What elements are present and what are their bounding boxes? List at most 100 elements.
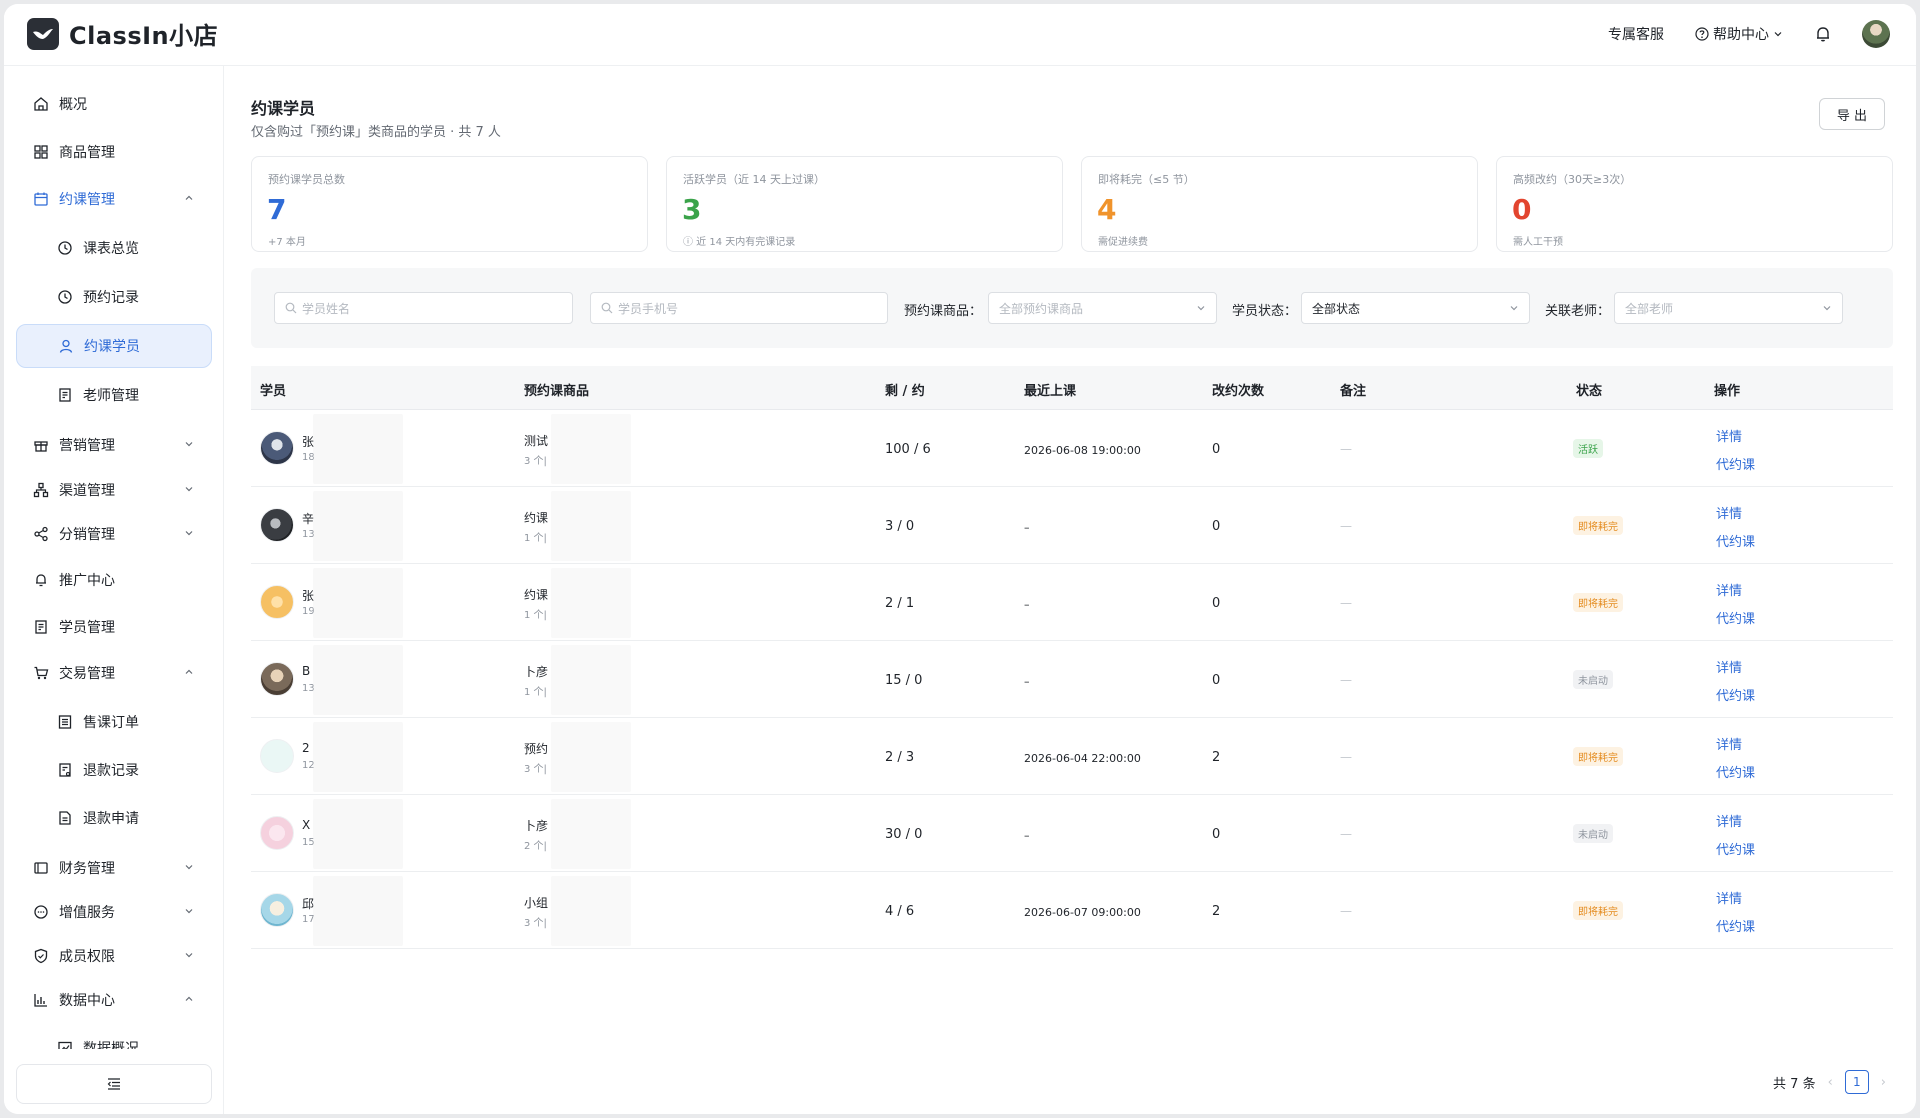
help-center-link[interactable]: 帮助中心 <box>1695 24 1783 44</box>
chart-icon <box>32 991 50 1009</box>
sidebar-item-student-mgmt[interactable]: 学员管理 <box>16 605 212 649</box>
book-for-student-link[interactable]: 代约课 <box>1716 685 1755 704</box>
list-icon <box>56 713 74 731</box>
teacher-select[interactable]: 全部老师 <box>1614 292 1843 324</box>
student-avatar <box>260 662 294 696</box>
table-row: 张 18 测试 3 个| 100 / 6 2026-06-08 19:00:00 0— 活跃详… <box>251 410 1893 487</box>
sidebar-item-teachers[interactable]: 老师管理 <box>16 373 212 417</box>
help-center-label: 帮助中心 <box>1713 27 1769 43</box>
sidebar-item-promotion[interactable]: 推广中心 <box>16 558 212 602</box>
doc-icon <box>56 761 74 779</box>
book-for-student-link[interactable]: 代约课 <box>1716 916 1755 935</box>
user-avatar[interactable] <box>1862 20 1890 48</box>
search-icon <box>285 302 297 314</box>
sidebar-item-data-center[interactable]: 数据中心 <box>16 978 212 1022</box>
sidebar-item-permissions[interactable]: 成员权限 <box>16 934 212 978</box>
detail-link[interactable]: 详情 <box>1716 734 1742 753</box>
redacted-block <box>551 645 631 715</box>
sidebar-item-students[interactable]: 约课学员 <box>16 324 212 368</box>
remaining-booked: 3 / 0 <box>885 519 915 534</box>
teacher-filter-label: 关联老师： <box>1545 304 1611 319</box>
table-row: X 15 卜彦 2 个| 30 / 0–0— 未启动 详情 代约课 <box>251 795 1893 872</box>
prev-page-icon[interactable]: ‹ <box>1828 1075 1833 1090</box>
table-row: 2 12 预约 3 个| 2 / 3 2026-06-04 22:00:00 2— 即将耗完详… <box>251 718 1893 795</box>
sidebar-item-records[interactable]: 预约记录 <box>16 275 212 319</box>
customer-service-link[interactable]: 专属客服 <box>1608 24 1664 44</box>
change-count: 0 <box>1212 827 1221 842</box>
change-count: 2 <box>1212 750 1221 765</box>
sidebar-item-refund-apply[interactable]: 退款申请 <box>16 796 212 840</box>
status-select[interactable]: 全部状态 <box>1301 292 1530 324</box>
table-row: 张 19 约课 1 个| 2 / 1–0— 即将耗完 详情 代约课 <box>251 564 1893 641</box>
book-for-student-link[interactable]: 代约课 <box>1716 608 1755 627</box>
user-icon <box>57 337 75 355</box>
student-name: X <box>302 818 311 832</box>
redacted-block <box>313 645 403 715</box>
chevron-up-icon <box>185 669 193 674</box>
status-badge: 活跃 <box>1573 439 1603 458</box>
next-page-icon[interactable]: › <box>1881 1075 1886 1090</box>
product-name: 小组 <box>524 896 549 910</box>
sidebar-item-schedule[interactable]: 课表总览 <box>16 226 212 270</box>
student-avatar <box>260 585 294 619</box>
detail-link[interactable]: 详情 <box>1716 657 1742 676</box>
chevron-down-icon <box>185 442 193 447</box>
detail-link[interactable]: 详情 <box>1716 888 1742 907</box>
sidebar-item-orders[interactable]: 售课订单 <box>16 700 212 744</box>
redacted-block <box>313 722 403 792</box>
chevron-down-icon <box>185 865 193 870</box>
product-count: 3 个| <box>524 918 547 929</box>
sidebar-item-refund-records[interactable]: 退款记录 <box>16 748 212 792</box>
sidebar-item-data-overview[interactable]: 数据概况 <box>16 1026 212 1049</box>
student-name-input[interactable]: 学员姓名 <box>274 292 573 324</box>
redacted-block <box>551 568 631 638</box>
detail-link[interactable]: 详情 <box>1716 426 1742 445</box>
book-for-student-link[interactable]: 代约课 <box>1716 762 1755 781</box>
detail-link[interactable]: 详情 <box>1716 811 1742 830</box>
memo: — <box>1340 519 1352 533</box>
status-badge: 即将耗完 <box>1573 593 1623 612</box>
chevron-down-icon <box>185 487 193 492</box>
sidebar-item-finance[interactable]: 财务管理 <box>16 846 212 890</box>
chat-icon <box>32 903 50 921</box>
sidebar-item-trade[interactable]: 交易管理 <box>16 651 212 695</box>
book-for-student-link[interactable]: 代约课 <box>1716 839 1755 858</box>
redacted-block <box>313 491 403 561</box>
student-avatar <box>260 508 294 542</box>
status-badge: 即将耗完 <box>1573 516 1623 535</box>
sidebar-item-overview[interactable]: 概况 <box>16 82 212 126</box>
file-icon <box>56 809 74 827</box>
last-class-time: 2026-06-07 09:00:00 <box>1024 906 1141 919</box>
remaining-booked: 2 / 3 <box>885 750 915 765</box>
table-row: 辛 13 约课 1 个| 3 / 0–0— 即将耗完 详情 代约课 <box>251 487 1893 564</box>
book-for-student-link[interactable]: 代约课 <box>1716 454 1755 473</box>
sidebar-item-booking[interactable]: 约课管理 <box>16 177 212 221</box>
page-number-button[interactable]: 1 <box>1844 1070 1869 1094</box>
product-name: 卜彦 <box>524 819 549 833</box>
gift-icon <box>32 436 50 454</box>
shield-icon <box>32 947 50 965</box>
export-button[interactable]: 导 出 <box>1819 98 1885 130</box>
last-class-time: 2026-06-08 19:00:00 <box>1024 444 1141 457</box>
collapse-sidebar-button[interactable] <box>16 1064 212 1104</box>
sidebar-item-products[interactable]: 商品管理 <box>16 130 212 174</box>
notification-bell-icon[interactable] <box>1814 25 1832 43</box>
change-count: 0 <box>1212 442 1221 457</box>
page-subtitle: 仅含购过「预约课」类商品的学员 · 共 7 人 <box>251 125 501 140</box>
brand-logo[interactable]: ClassIn小店 <box>27 16 218 51</box>
student-phone-input[interactable]: 学员手机号 <box>590 292 888 324</box>
detail-link[interactable]: 详情 <box>1716 580 1742 599</box>
detail-link[interactable]: 详情 <box>1716 503 1742 522</box>
last-class-time: – <box>1024 521 1030 534</box>
sidebar-item-distribution[interactable]: 分销管理 <box>16 512 212 556</box>
change-count: 0 <box>1212 596 1221 611</box>
last-class-time: – <box>1024 829 1030 842</box>
sidebar-item-channels[interactable]: 渠道管理 <box>16 468 212 512</box>
sidebar-item-marketing[interactable]: 营销管理 <box>16 423 212 467</box>
book-for-student-link[interactable]: 代约课 <box>1716 531 1755 550</box>
channel-icon <box>32 481 50 499</box>
product-select[interactable]: 全部预约课商品 <box>988 292 1217 324</box>
sidebar-item-value-added[interactable]: 增值服务 <box>16 890 212 934</box>
bell-icon <box>32 571 50 589</box>
product-name: 卜彦 <box>524 665 549 679</box>
